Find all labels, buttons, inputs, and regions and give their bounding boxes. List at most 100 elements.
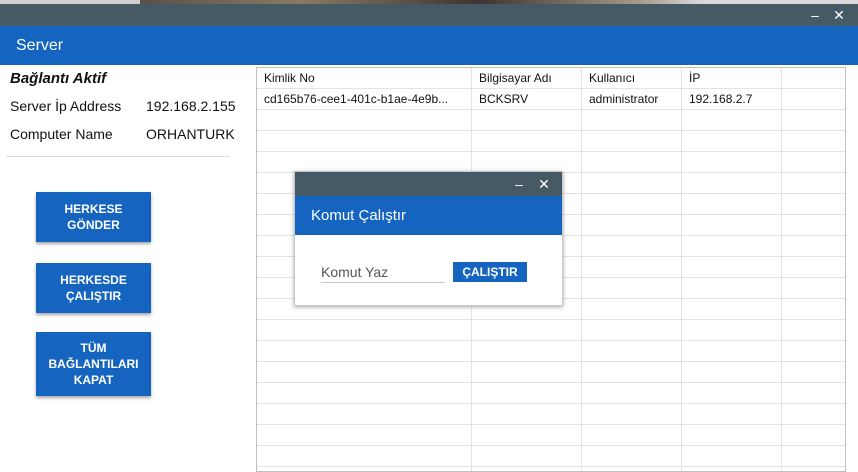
empty-cell [782, 173, 845, 194]
send-all-label: HERKESE GÖNDER [64, 202, 123, 232]
empty-cell [582, 257, 682, 278]
empty-cell [472, 467, 582, 471]
run-command-dialog[interactable]: – ✕ Komut Çalıştır ÇALIŞTIR [294, 171, 563, 306]
grid-header-row: Kimlik No Bilgisayar Adı Kullanıcı İP [257, 68, 845, 89]
empty-cell [782, 383, 845, 404]
empty-cell [582, 446, 682, 467]
empty-cell [782, 299, 845, 320]
command-input[interactable] [321, 261, 445, 283]
close-all-label: TÜM BAĞLANTILARI KAPAT [48, 341, 139, 387]
empty-table-row [257, 404, 845, 425]
column-header-user[interactable]: Kullanıcı [582, 68, 682, 89]
empty-cell [682, 278, 782, 299]
empty-cell [582, 278, 682, 299]
cell-id[interactable]: cd165b76-cee1-401c-b1ae-4e9b... [257, 89, 472, 110]
empty-cell [682, 467, 782, 471]
empty-cell [472, 362, 582, 383]
computer-name-value: ORHANTURK [146, 126, 235, 142]
run-all-button[interactable]: HERKESDE ÇALIŞTIR [36, 263, 151, 313]
app-header: Server [0, 26, 858, 65]
table-row[interactable]: cd165b76-cee1-401c-b1ae-4e9b... BCKSRV a… [257, 89, 845, 110]
close-icon[interactable]: ✕ [828, 4, 850, 26]
column-header-extra [782, 68, 845, 89]
empty-table-row [257, 383, 845, 404]
empty-cell [257, 320, 472, 341]
cell-extra [782, 89, 845, 110]
server-ip-value: 192.168.2.155 [146, 98, 236, 114]
run-all-label: HERKESDE ÇALIŞTIR [60, 273, 127, 303]
empty-cell [472, 341, 582, 362]
empty-cell [682, 257, 782, 278]
run-command-button[interactable]: ÇALIŞTIR [453, 262, 527, 282]
empty-cell [682, 341, 782, 362]
empty-cell [682, 383, 782, 404]
empty-cell [682, 404, 782, 425]
divider [6, 156, 230, 157]
empty-cell [472, 110, 582, 131]
empty-cell [782, 404, 845, 425]
empty-cell [682, 446, 782, 467]
cell-user[interactable]: administrator [582, 89, 682, 110]
left-panel: Bağlantı Aktif Server İp Address 192.168… [0, 65, 255, 472]
empty-cell [782, 131, 845, 152]
dialog-header: Komut Çalıştır [295, 196, 562, 235]
minimize-icon[interactable]: – [804, 4, 826, 26]
empty-cell [257, 383, 472, 404]
empty-cell [682, 299, 782, 320]
empty-table-row [257, 320, 845, 341]
empty-cell [682, 152, 782, 173]
app-title: Server [16, 37, 64, 54]
empty-cell [682, 194, 782, 215]
empty-cell [682, 131, 782, 152]
empty-cell [582, 404, 682, 425]
empty-cell [582, 110, 682, 131]
window-titlebar[interactable]: – ✕ [0, 4, 858, 26]
empty-table-row [257, 152, 845, 173]
empty-cell [582, 341, 682, 362]
empty-cell [782, 278, 845, 299]
dialog-close-icon[interactable]: ✕ [533, 173, 555, 195]
empty-table-row [257, 467, 845, 471]
empty-cell [582, 362, 682, 383]
column-header-computer[interactable]: Bilgisayar Adı [472, 68, 582, 89]
column-header-id[interactable]: Kimlik No [257, 68, 472, 89]
empty-cell [582, 467, 682, 471]
empty-cell [582, 320, 682, 341]
cell-ip[interactable]: 192.168.2.7 [682, 89, 782, 110]
empty-cell [257, 446, 472, 467]
empty-cell [782, 257, 845, 278]
cell-computer[interactable]: BCKSRV [472, 89, 582, 110]
send-all-button[interactable]: HERKESE GÖNDER [36, 192, 151, 242]
empty-cell [472, 446, 582, 467]
empty-cell [257, 110, 472, 131]
empty-table-row [257, 110, 845, 131]
empty-cell [472, 404, 582, 425]
empty-cell [257, 425, 472, 446]
close-all-connections-button[interactable]: TÜM BAĞLANTILARI KAPAT [36, 332, 151, 396]
empty-cell [682, 215, 782, 236]
empty-cell [472, 383, 582, 404]
empty-cell [782, 362, 845, 383]
empty-cell [682, 320, 782, 341]
empty-table-row [257, 425, 845, 446]
computer-name-label: Computer Name [10, 126, 113, 142]
empty-cell [257, 404, 472, 425]
empty-cell [582, 299, 682, 320]
empty-cell [682, 110, 782, 131]
empty-cell [782, 215, 845, 236]
column-header-ip[interactable]: İP [682, 68, 782, 89]
empty-table-row [257, 131, 845, 152]
dialog-minimize-icon[interactable]: – [508, 173, 530, 195]
empty-cell [472, 320, 582, 341]
empty-cell [782, 446, 845, 467]
empty-cell [472, 131, 582, 152]
empty-cell [582, 194, 682, 215]
empty-cell [682, 173, 782, 194]
dialog-titlebar[interactable]: – ✕ [295, 172, 562, 196]
empty-cell [582, 425, 682, 446]
empty-cell [782, 152, 845, 173]
server-ip-label: Server İp Address [10, 98, 122, 114]
empty-cell [472, 152, 582, 173]
empty-cell [582, 236, 682, 257]
empty-table-row [257, 362, 845, 383]
